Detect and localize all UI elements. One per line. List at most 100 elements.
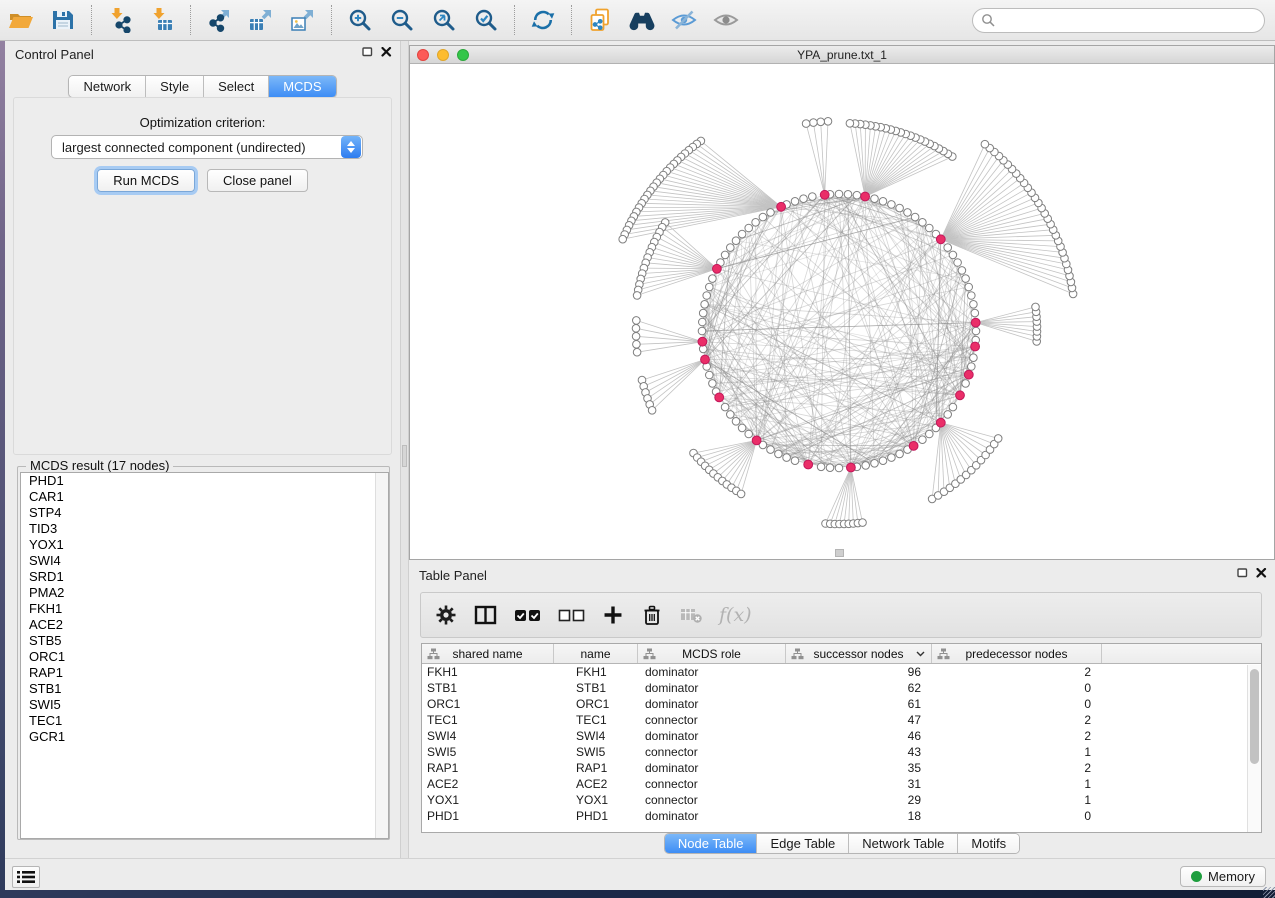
- table-row[interactable]: FKH1FKH1dominator962: [422, 664, 1261, 680]
- mcds-result-item[interactable]: STB1: [21, 681, 388, 697]
- function-builder-icon-disabled: f(x): [719, 604, 752, 626]
- network-window-title: YPA_prune.txt_1: [797, 48, 887, 62]
- delete-table-icon-disabled: [680, 605, 702, 625]
- table-row[interactable]: PHD1PHD1dominator180: [422, 808, 1261, 824]
- mcds-result-list[interactable]: PHD1CAR1STP4TID3YOX1SWI4SRD1PMA2FKH1ACE2…: [20, 472, 389, 839]
- column-header-shared-name[interactable]: shared name: [422, 644, 554, 663]
- tab-edge-table[interactable]: Edge Table: [757, 834, 849, 853]
- float-panel-icon[interactable]: [1237, 568, 1248, 578]
- tab-style[interactable]: Style: [146, 76, 204, 97]
- select-stepper-icon: [341, 136, 361, 158]
- tab-mcds[interactable]: MCDS: [269, 76, 335, 97]
- close-panel-button[interactable]: Close panel: [207, 169, 308, 192]
- mcds-result-item[interactable]: STP4: [21, 505, 388, 521]
- hide-selected-icon[interactable]: [669, 5, 699, 35]
- import-network-icon[interactable]: [105, 5, 135, 35]
- open-file-icon[interactable]: [6, 5, 36, 35]
- table-row[interactable]: ACE2ACE2connector311: [422, 776, 1261, 792]
- mcds-panel: Optimization criterion: largest connecte…: [13, 97, 392, 455]
- mcds-result-item[interactable]: STB5: [21, 633, 388, 649]
- tab-node-table[interactable]: Node Table: [665, 834, 758, 853]
- table-row[interactable]: SWI5SWI5connector431: [422, 744, 1261, 760]
- export-image-icon[interactable]: [288, 5, 318, 35]
- main-toolbar: [0, 0, 1275, 41]
- toolbar-separator: [514, 5, 515, 35]
- add-column-icon[interactable]: [602, 604, 624, 626]
- mcds-result-item[interactable]: GCR1: [21, 729, 388, 745]
- table-scrollbar[interactable]: [1247, 665, 1261, 833]
- run-mcds-button[interactable]: Run MCDS: [97, 169, 195, 192]
- network-graph-svg: [410, 64, 1274, 559]
- table-row[interactable]: YOX1YOX1connector291: [422, 792, 1261, 808]
- table-scrollbar-thumb[interactable]: [1250, 669, 1259, 764]
- mcds-result-item[interactable]: SRD1: [21, 569, 388, 585]
- node-table-body: FKH1FKH1dominator962STB1STB1dominator620…: [422, 664, 1261, 824]
- copy-style-icon[interactable]: [585, 5, 615, 35]
- mcds-list-scrollbar[interactable]: [375, 473, 388, 838]
- deselect-all-rows-icon[interactable]: [558, 608, 585, 622]
- column-header-mcds-role[interactable]: MCDS role: [638, 644, 786, 663]
- delete-column-icon[interactable]: [641, 604, 663, 626]
- table-row[interactable]: RAP1RAP1dominator352: [422, 760, 1261, 776]
- save-session-icon[interactable]: [48, 5, 78, 35]
- toolbar-separator: [91, 5, 92, 35]
- zoom-fit-icon[interactable]: [429, 5, 459, 35]
- table-row[interactable]: STB1STB1dominator620: [422, 680, 1261, 696]
- show-columns-icon[interactable]: [474, 605, 497, 625]
- select-all-rows-icon[interactable]: [514, 608, 541, 622]
- close-panel-icon[interactable]: [381, 47, 392, 57]
- table-row[interactable]: ORC1ORC1dominator610: [422, 696, 1261, 712]
- table-row[interactable]: SWI4SWI4dominator462: [422, 728, 1261, 744]
- mcds-result-item[interactable]: TEC1: [21, 713, 388, 729]
- table-settings-gear-icon[interactable]: [435, 604, 457, 626]
- zoom-out-icon[interactable]: [387, 5, 417, 35]
- mcds-result-item[interactable]: YOX1: [21, 537, 388, 553]
- search-field[interactable]: [972, 8, 1265, 33]
- zoom-in-icon[interactable]: [345, 5, 375, 35]
- mcds-result-item[interactable]: ORC1: [21, 649, 388, 665]
- mcds-result-item[interactable]: SWI4: [21, 553, 388, 569]
- criterion-select[interactable]: largest connected component (undirected): [51, 135, 363, 159]
- close-panel-icon[interactable]: [1256, 568, 1267, 578]
- mcds-result-item[interactable]: SWI5: [21, 697, 388, 713]
- memory-button[interactable]: Memory: [1180, 866, 1266, 887]
- network-canvas[interactable]: [410, 64, 1274, 559]
- task-history-button[interactable]: [12, 866, 40, 888]
- maximize-window-icon[interactable]: [457, 49, 469, 61]
- search-icon: [981, 13, 996, 28]
- column-header-predecessor-nodes[interactable]: predecessor nodes: [932, 644, 1102, 663]
- tab-select[interactable]: Select: [204, 76, 269, 97]
- search-input[interactable]: [996, 11, 1264, 31]
- tab-network-table[interactable]: Network Table: [849, 834, 958, 853]
- tab-network[interactable]: Network: [69, 76, 146, 97]
- splitter-grip[interactable]: [402, 445, 407, 467]
- refresh-view-icon[interactable]: [528, 5, 558, 35]
- tab-motifs[interactable]: Motifs: [958, 834, 1019, 853]
- node-table: shared namenameMCDS rolesuccessor nodesp…: [421, 643, 1262, 833]
- column-header-name[interactable]: name: [554, 644, 638, 663]
- node-table-header: shared namenameMCDS rolesuccessor nodesp…: [422, 644, 1261, 664]
- network-window-titlebar[interactable]: YPA_prune.txt_1: [410, 46, 1274, 64]
- mcds-result-item[interactable]: PMA2: [21, 585, 388, 601]
- canvas-splitter-grip[interactable]: [835, 549, 844, 557]
- mcds-result-item[interactable]: ACE2: [21, 617, 388, 633]
- float-panel-icon[interactable]: [362, 47, 373, 57]
- close-window-icon[interactable]: [417, 49, 429, 61]
- mcds-result-item[interactable]: CAR1: [21, 489, 388, 505]
- export-network-icon[interactable]: [204, 5, 234, 35]
- import-table-icon[interactable]: [147, 5, 177, 35]
- table-row[interactable]: TEC1TEC1connector472: [422, 712, 1261, 728]
- show-all-icon[interactable]: [711, 5, 741, 35]
- zoom-selected-icon[interactable]: [471, 5, 501, 35]
- mcds-result-item[interactable]: RAP1: [21, 665, 388, 681]
- mcds-result-item[interactable]: TID3: [21, 521, 388, 537]
- mcds-result-item[interactable]: PHD1: [21, 473, 388, 489]
- first-neighbors-icon[interactable]: [627, 5, 657, 35]
- toolbar-separator: [190, 5, 191, 35]
- column-header-successor-nodes[interactable]: successor nodes: [786, 644, 932, 663]
- mcds-result-item[interactable]: FKH1: [21, 601, 388, 617]
- export-table-icon[interactable]: [246, 5, 276, 35]
- window-resize-grip[interactable]: [1263, 887, 1275, 898]
- vertical-splitter[interactable]: [400, 41, 409, 858]
- minimize-window-icon[interactable]: [437, 49, 449, 61]
